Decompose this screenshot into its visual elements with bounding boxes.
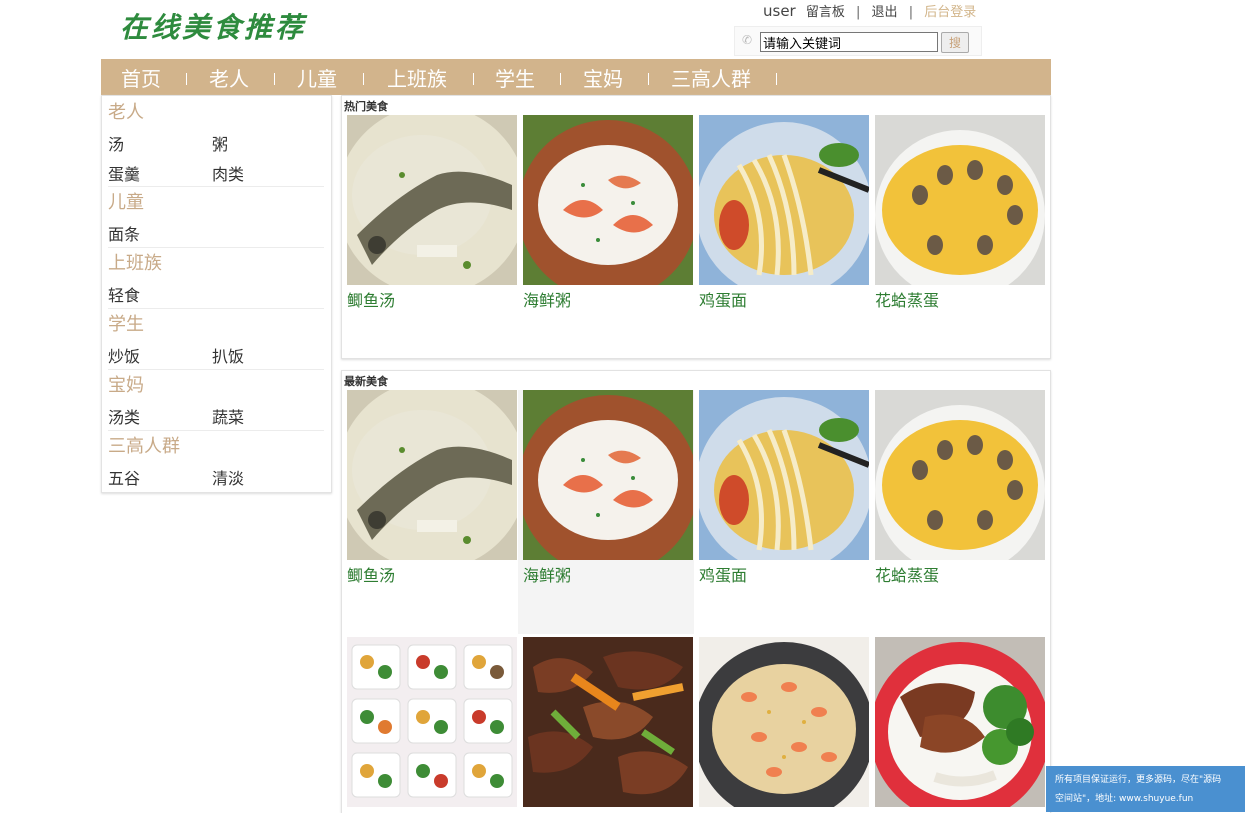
food-card[interactable]: 鸡蛋面: [694, 115, 870, 310]
nav-students[interactable]: 学生: [495, 63, 535, 92]
food-card[interactable]: 花蛤蒸蛋: [870, 390, 1046, 634]
search-button[interactable]: 搜: [941, 32, 969, 53]
admin-login-link[interactable]: 后台登录: [924, 5, 976, 20]
category-link[interactable]: 汤: [108, 131, 124, 155]
category-link[interactable]: 肉类: [212, 161, 244, 185]
nav-elderly[interactable]: 老人: [209, 63, 249, 92]
category-link[interactable]: 汤类: [108, 404, 140, 428]
nav-separator: [648, 73, 649, 85]
nav-office-workers[interactable]: 上班族: [387, 63, 447, 92]
site-logo: 在线美食推荐: [120, 11, 307, 44]
notice-line: 空间站"，地址: www.shuyue.fun: [1055, 794, 1194, 804]
category-link[interactable]: 五谷: [108, 465, 140, 489]
category-link[interactable]: 轻食: [108, 282, 140, 306]
phone-icon: ✆: [742, 33, 753, 47]
category-title[interactable]: 上班族: [108, 250, 324, 278]
food-name[interactable]: 花蛤蒸蛋: [875, 562, 939, 586]
fish-soup-photo[interactable]: [347, 115, 517, 285]
seafood-porridge-photo[interactable]: [523, 390, 693, 560]
chicken-rice-bowl-photo[interactable]: [875, 637, 1045, 807]
hot-foods-panel: 热门美食 鲫鱼汤 海鲜粥 鸡蛋面 花蛤蒸蛋: [341, 95, 1051, 359]
user-link[interactable]: user: [763, 2, 796, 20]
search-box: ✆ 搜: [734, 26, 982, 56]
category-link[interactable]: 面条: [108, 221, 140, 245]
food-name[interactable]: 鲫鱼汤: [347, 287, 395, 311]
category-title[interactable]: 老人: [108, 99, 324, 127]
food-name[interactable]: 鸡蛋面: [699, 562, 747, 586]
category-link[interactable]: 粥: [212, 131, 228, 155]
category-sidebar: 老人 汤粥 蛋羹 肉类 儿童 面条 上班族 轻食 学生 炒饭 扒饭 宝妈 汤类 蔬菜 …: [101, 95, 332, 493]
nav-separator: [274, 73, 275, 85]
divider: [108, 369, 324, 370]
category-elderly: 老人 汤 粥 蛋羹 肉类: [108, 99, 324, 187]
category-title[interactable]: 学生: [108, 311, 324, 339]
food-card[interactable]: 花蛤蒸蛋: [870, 115, 1046, 310]
category-link[interactable]: 扒饭: [212, 343, 244, 367]
category-title[interactable]: 宝妈: [108, 372, 324, 400]
nav-separator: [473, 73, 474, 85]
food-card[interactable]: [342, 637, 518, 813]
food-name[interactable]: 海鲜粥: [523, 562, 571, 586]
divider: [108, 247, 324, 248]
braised-beef-photo[interactable]: [523, 637, 693, 807]
section-title: 热门美食: [344, 100, 388, 113]
category-title[interactable]: 儿童: [108, 189, 324, 217]
notice-line: 所有项目保证运行，更多源码，尽在"源码: [1055, 775, 1222, 785]
nav-children[interactable]: 儿童: [297, 63, 337, 92]
food-card[interactable]: 鸡蛋面: [694, 390, 870, 634]
nav-separator: [560, 73, 561, 85]
food-card[interactable]: 鲫鱼汤: [342, 390, 518, 634]
message-board-link[interactable]: 留言板: [806, 5, 845, 20]
clam-steamed-egg-photo[interactable]: [875, 115, 1045, 285]
nav-separator: [186, 73, 187, 85]
food-card[interactable]: [870, 637, 1046, 813]
meal-prep-boxes-photo[interactable]: [347, 637, 517, 807]
nav-mothers[interactable]: 宝妈: [583, 63, 623, 92]
divider: [108, 308, 324, 309]
category-link[interactable]: 清淡: [212, 465, 244, 489]
category-mothers: 宝妈 汤类 蔬菜: [108, 372, 324, 430]
category-students: 学生 炒饭 扒饭: [108, 311, 324, 369]
food-card[interactable]: 海鲜粥: [518, 390, 694, 634]
logout-link[interactable]: 退出: [872, 5, 898, 20]
top-links: user 留言板 | 退出 | 后台登录: [763, 1, 976, 20]
main-nav: 首页 老人 儿童 上班族 学生 宝妈 三高人群: [101, 59, 1051, 95]
search-input[interactable]: [760, 32, 938, 52]
nav-separator: [776, 73, 777, 85]
food-card[interactable]: 鲫鱼汤: [342, 115, 518, 310]
food-name[interactable]: 鸡蛋面: [699, 287, 747, 311]
section-title: 最新美食: [344, 375, 388, 388]
food-card[interactable]: [694, 637, 870, 813]
divider: [108, 186, 324, 187]
latest-foods-panel: 最新美食 鲫鱼汤 海鲜粥 鸡蛋面 花蛤蒸蛋: [341, 370, 1051, 813]
divider: [108, 430, 324, 431]
fish-soup-photo[interactable]: [347, 390, 517, 560]
category-link[interactable]: 蛋羹: [108, 161, 140, 185]
category-children: 儿童 面条: [108, 189, 324, 247]
food-name[interactable]: 海鲜粥: [523, 287, 571, 311]
category-title[interactable]: 三高人群: [108, 433, 324, 461]
source-notice: 所有项目保证运行，更多源码，尽在"源码 空间站"，地址: www.shuyue.…: [1046, 766, 1245, 812]
shrimp-fried-rice-photo[interactable]: [699, 637, 869, 807]
category-link[interactable]: 炒饭: [108, 343, 140, 367]
category-three-highs: 三高人群 五谷 清淡: [108, 433, 324, 491]
nav-separator: [363, 73, 364, 85]
category-office-workers: 上班族 轻食: [108, 250, 324, 308]
seafood-porridge-photo[interactable]: [523, 115, 693, 285]
top-separator: |: [908, 5, 914, 20]
nav-home[interactable]: 首页: [121, 63, 161, 92]
food-card[interactable]: 海鲜粥: [518, 115, 694, 310]
top-separator: |: [856, 5, 861, 20]
food-name[interactable]: 花蛤蒸蛋: [875, 287, 939, 311]
category-link[interactable]: 蔬菜: [212, 404, 244, 428]
nav-three-highs[interactable]: 三高人群: [671, 63, 751, 92]
clam-steamed-egg-photo[interactable]: [875, 390, 1045, 560]
food-name[interactable]: 鲫鱼汤: [347, 562, 395, 586]
egg-noodles-photo[interactable]: [699, 390, 869, 560]
egg-noodles-photo[interactable]: [699, 115, 869, 285]
food-card[interactable]: [518, 637, 694, 813]
